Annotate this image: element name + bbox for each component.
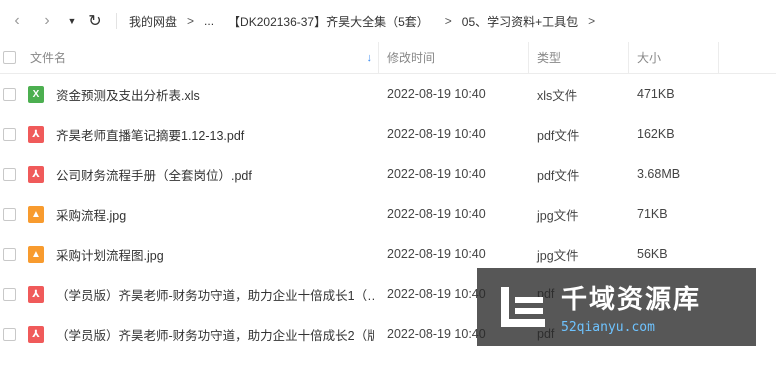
column-header-size[interactable]: 大小 <box>629 42 719 73</box>
jpg-file-icon: ▲ <box>28 205 44 223</box>
file-modified-time: 2022-08-19 10:40 <box>387 127 486 141</box>
file-row[interactable]: X 资金预测及支出分析表.xls 2022-08-19 10:40 xls文件 471K… <box>0 74 776 114</box>
file-modified-time: 2022-08-19 10:40 <box>387 87 486 101</box>
pdf-file-icon: ⅄ <box>28 125 44 143</box>
select-all-checkbox[interactable] <box>3 51 16 64</box>
file-modified-time: 2022-08-19 10:40 <box>387 327 486 341</box>
column-header-name[interactable]: 文件名 ↓ <box>30 42 379 73</box>
file-row[interactable]: ⅄ 公司财务流程手册（全套岗位）.pdf 2022-08-19 10:40 pdf文件… <box>0 154 776 194</box>
file-name[interactable]: （学员版）齐昊老师-财务功守道，助力企业十倍成长2（版… <box>56 325 374 344</box>
file-row[interactable]: ⅄ 齐昊老师直播笔记摘要1.12-13.pdf 2022-08-19 10:40 pd… <box>0 114 776 154</box>
forward-icon[interactable]: › <box>36 10 58 32</box>
file-type: xls文件 <box>537 88 578 103</box>
file-type: jpg文件 <box>537 208 579 223</box>
row-checkbox[interactable] <box>3 327 16 341</box>
breadcrumb-separator: > <box>187 14 195 28</box>
row-checkbox[interactable] <box>3 247 16 261</box>
row-checkbox[interactable] <box>3 87 16 101</box>
row-checkbox[interactable] <box>3 127 16 141</box>
breadcrumb-item-my-drive[interactable]: 我的网盘 <box>129 13 177 30</box>
refresh-icon[interactable]: ↻ <box>84 10 106 32</box>
file-size: 56KB <box>637 247 668 261</box>
file-name[interactable]: 齐昊老师直播笔记摘要1.12-13.pdf <box>56 125 374 144</box>
column-header-name-label: 文件名 <box>30 51 67 65</box>
column-header-modified-label: 修改时间 <box>387 51 436 65</box>
breadcrumb-separator: > <box>588 14 596 28</box>
file-type: pdf文件 <box>537 168 580 183</box>
sort-down-icon[interactable]: ↓ <box>367 52 373 64</box>
breadcrumb-separator: > <box>444 14 452 28</box>
file-modified-time: 2022-08-19 10:40 <box>387 207 486 221</box>
column-header-size-label: 大小 <box>637 51 662 65</box>
pdf-file-icon: ⅄ <box>28 165 44 183</box>
history-dropdown-icon[interactable]: ▼ <box>64 10 80 32</box>
column-header-type-label: 类型 <box>537 51 562 65</box>
watermark-title: 千域资源库 <box>561 285 702 315</box>
nav-divider <box>116 13 117 29</box>
file-size: 71KB <box>637 207 668 221</box>
file-name[interactable]: 公司财务流程手册（全套岗位）.pdf <box>56 165 374 184</box>
file-list-header: 文件名 ↓ 修改时间 类型 大小 <box>0 42 776 74</box>
back-icon[interactable]: ‹ <box>6 10 28 32</box>
watermark-logo-icon <box>495 279 551 335</box>
file-name[interactable]: （学员版）齐昊老师-财务功守道，助力企业十倍成长1（… <box>56 285 374 304</box>
file-modified-time: 2022-08-19 10:40 <box>387 247 486 261</box>
file-modified-time: 2022-08-19 10:40 <box>387 287 486 301</box>
navigation-bar: ‹ › ▼ ↻ 我的网盘 > ... 【DK202136-37】齐昊大全集（5套… <box>0 0 776 42</box>
breadcrumb: 我的网盘 > ... 【DK202136-37】齐昊大全集（5套） > 05、学… <box>129 13 605 30</box>
row-checkbox[interactable] <box>3 207 16 221</box>
file-name[interactable]: 采购流程.jpg <box>56 205 374 224</box>
file-size: 3.68MB <box>637 167 681 181</box>
file-type: pdf文件 <box>537 128 580 143</box>
file-name[interactable]: 采购计划流程图.jpg <box>56 245 374 264</box>
pdf-file-icon: ⅄ <box>28 325 44 343</box>
column-header-type[interactable]: 类型 <box>529 42 629 73</box>
file-type: jpg文件 <box>537 248 579 263</box>
pdf-file-icon: ⅄ <box>28 285 44 303</box>
file-name[interactable]: 资金预测及支出分析表.xls <box>56 85 374 104</box>
jpg-file-icon: ▲ <box>28 245 44 263</box>
row-checkbox[interactable] <box>3 287 16 301</box>
column-header-modified[interactable]: 修改时间 <box>379 42 529 73</box>
file-size: 162KB <box>637 127 675 141</box>
breadcrumb-item-ellipsis[interactable]: ... <box>204 14 214 28</box>
row-checkbox[interactable] <box>3 167 16 181</box>
watermark-url: 52qianyu.com <box>561 320 655 335</box>
xls-file-icon: X <box>28 85 44 103</box>
breadcrumb-item-folder-collection[interactable]: 【DK202136-37】齐昊大全集（5套） <box>228 13 429 30</box>
breadcrumb-item-current-folder[interactable]: 05、学习资料+工具包 <box>462 13 578 30</box>
file-row[interactable]: ▲ 采购流程.jpg 2022-08-19 10:40 jpg文件 71KB <box>0 194 776 234</box>
file-modified-time: 2022-08-19 10:40 <box>387 167 486 181</box>
watermark-overlay: 千域资源库 52qianyu.com <box>477 268 756 346</box>
file-size: 471KB <box>637 87 675 101</box>
